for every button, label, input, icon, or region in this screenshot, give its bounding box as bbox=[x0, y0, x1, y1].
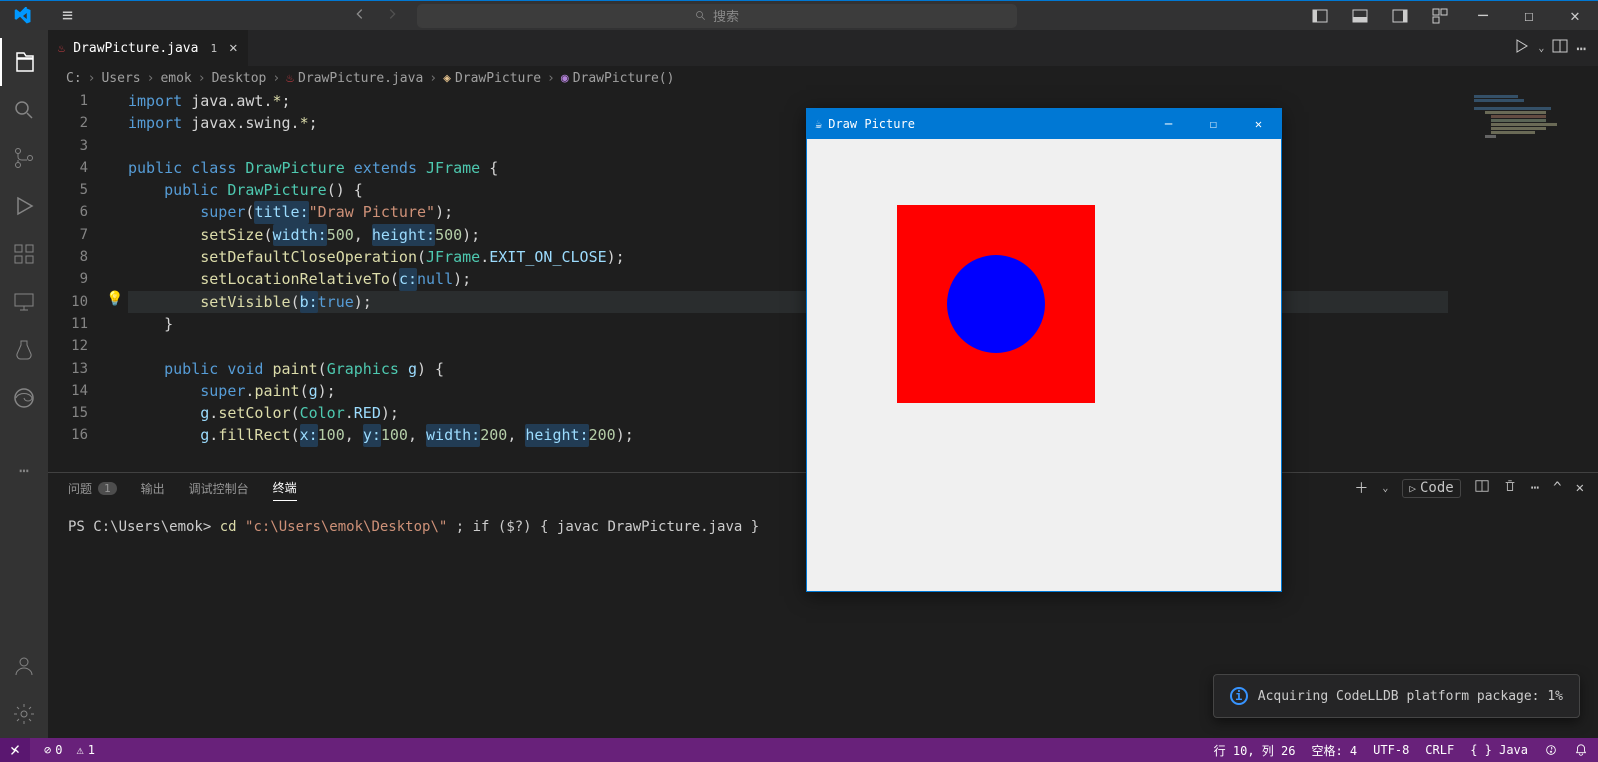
close-panel-icon[interactable]: ✕ bbox=[1576, 480, 1584, 496]
app-title: Draw Picture bbox=[828, 117, 915, 131]
error-icon: ⊘ bbox=[44, 743, 51, 757]
search-input[interactable]: 搜索 bbox=[417, 4, 1017, 28]
split-editor-icon[interactable] bbox=[1552, 38, 1568, 58]
nav-back-icon[interactable] bbox=[353, 6, 367, 25]
nav-forward-icon[interactable] bbox=[385, 6, 399, 25]
java-file-icon: ♨ bbox=[286, 71, 294, 86]
class-icon: ◈ bbox=[443, 71, 451, 86]
remote-explorer-icon[interactable] bbox=[0, 278, 48, 326]
breadcrumb-item[interactable]: ◈DrawPicture bbox=[443, 71, 541, 86]
java-file-icon: ♨ bbox=[58, 41, 65, 55]
run-icon[interactable] bbox=[1514, 38, 1530, 58]
encoding[interactable]: UTF-8 bbox=[1373, 742, 1409, 759]
breadcrumb-item[interactable]: Desktop bbox=[212, 71, 267, 86]
indentation[interactable]: 空格: 4 bbox=[1311, 742, 1357, 759]
tab-modified-badge: 1 bbox=[206, 42, 221, 55]
activity-bar: ⋯ bbox=[0, 30, 48, 738]
notification-toast[interactable]: i Acquiring CodeLLDB platform package: 1… bbox=[1213, 674, 1580, 718]
cursor-position[interactable]: 行 10, 列 26 bbox=[1214, 742, 1296, 759]
layout-panel-icon[interactable] bbox=[1340, 2, 1380, 30]
notification-text: Acquiring CodeLLDB platform package: 1% bbox=[1258, 689, 1563, 704]
source-control-icon[interactable] bbox=[0, 134, 48, 182]
app-titlebar[interactable]: ☕ Draw Picture ─ ☐ ✕ bbox=[807, 109, 1281, 139]
settings-gear-icon[interactable] bbox=[0, 690, 48, 738]
vscode-logo-icon bbox=[0, 7, 35, 25]
eol[interactable]: CRLF bbox=[1425, 742, 1454, 759]
app-maximize-button[interactable]: ☐ bbox=[1191, 109, 1236, 139]
window-minimize-button[interactable]: ─ bbox=[1460, 1, 1506, 31]
line-number-gutter: 12345678910111213141516 bbox=[48, 90, 106, 447]
tab-terminal[interactable]: 终端 bbox=[273, 475, 297, 501]
java-app-window[interactable]: ☕ Draw Picture ─ ☐ ✕ bbox=[806, 108, 1282, 592]
menu-button-icon[interactable]: ≡ bbox=[55, 5, 80, 26]
search-placeholder: 搜索 bbox=[713, 6, 739, 25]
problems-badge: 1 bbox=[98, 482, 117, 495]
tab-filename: DrawPicture.java bbox=[73, 41, 198, 56]
breadcrumb[interactable]: C:› Users› emok› Desktop› ♨DrawPicture.j… bbox=[48, 66, 1598, 90]
run-dropdown-icon[interactable]: ⌄ bbox=[1538, 43, 1544, 54]
title-bar: ≡ 搜索 ─ ☐ ✕ bbox=[0, 0, 1598, 30]
tab-output[interactable]: 输出 bbox=[141, 476, 165, 501]
search-icon bbox=[695, 10, 707, 22]
app-canvas bbox=[807, 139, 1281, 591]
editor-tabs: ♨ DrawPicture.java 1 ✕ ⌄ ⋯ bbox=[48, 30, 1598, 66]
trash-icon[interactable] bbox=[1503, 479, 1517, 497]
method-icon: ◉ bbox=[561, 71, 569, 86]
lightbulb-icon[interactable]: 💡 bbox=[106, 291, 123, 307]
app-close-button[interactable]: ✕ bbox=[1236, 109, 1281, 139]
feedback-icon[interactable] bbox=[1544, 742, 1558, 759]
blue-circle bbox=[947, 255, 1045, 353]
breadcrumb-item[interactable]: C: bbox=[66, 71, 82, 86]
explorer-icon[interactable] bbox=[0, 38, 48, 86]
close-icon[interactable]: ✕ bbox=[229, 40, 237, 56]
more-icon[interactable]: ⋯ bbox=[1576, 39, 1586, 58]
layout-sidebar-right-icon[interactable] bbox=[1380, 2, 1420, 30]
maximize-panel-icon[interactable]: ^ bbox=[1553, 480, 1561, 496]
minimap[interactable] bbox=[1474, 94, 1584, 184]
java-cup-icon: ☕ bbox=[815, 117, 822, 131]
ellipsis-icon[interactable]: ⋯ bbox=[0, 446, 48, 494]
terminal-profile-chip[interactable]: ▷Code bbox=[1402, 479, 1460, 498]
breadcrumb-item[interactable]: ◉DrawPicture() bbox=[561, 71, 675, 86]
window-close-button[interactable]: ✕ bbox=[1552, 1, 1598, 31]
info-icon: i bbox=[1230, 687, 1248, 705]
remote-indicator[interactable] bbox=[0, 738, 30, 762]
breadcrumb-item[interactable]: emok bbox=[160, 71, 191, 86]
accounts-icon[interactable] bbox=[0, 642, 48, 690]
layout-sidebar-left-icon[interactable] bbox=[1300, 2, 1340, 30]
tab-problems[interactable]: 问题1 bbox=[68, 476, 117, 501]
terminal-dropdown-icon[interactable]: ⌄ bbox=[1382, 483, 1388, 494]
customize-layout-icon[interactable] bbox=[1420, 2, 1460, 30]
language-mode[interactable]: { } Java bbox=[1470, 742, 1528, 759]
warnings-item[interactable]: ⚠1 bbox=[76, 743, 94, 757]
breadcrumb-item[interactable]: ♨DrawPicture.java bbox=[286, 71, 423, 86]
extensions-icon[interactable] bbox=[0, 230, 48, 278]
tab-drawpicture[interactable]: ♨ DrawPicture.java 1 ✕ bbox=[48, 30, 249, 66]
warning-icon: ⚠ bbox=[76, 743, 83, 757]
notifications-bell-icon[interactable] bbox=[1574, 742, 1588, 759]
search-icon[interactable] bbox=[0, 86, 48, 134]
app-minimize-button[interactable]: ─ bbox=[1146, 109, 1191, 139]
errors-item[interactable]: ⊘0 bbox=[44, 743, 62, 757]
new-terminal-icon[interactable]: ＋ bbox=[1354, 478, 1368, 498]
more-icon[interactable]: ⋯ bbox=[1531, 480, 1539, 496]
tab-debug-console[interactable]: 调试控制台 bbox=[189, 476, 249, 501]
testing-icon[interactable] bbox=[0, 326, 48, 374]
run-debug-icon[interactable] bbox=[0, 182, 48, 230]
split-terminal-icon[interactable] bbox=[1475, 479, 1489, 497]
window-maximize-button[interactable]: ☐ bbox=[1506, 1, 1552, 31]
edge-icon[interactable] bbox=[0, 374, 48, 422]
breadcrumb-item[interactable]: Users bbox=[101, 71, 140, 86]
status-bar: ⊘0 ⚠1 行 10, 列 26 空格: 4 UTF-8 CRLF { } Ja… bbox=[0, 738, 1598, 762]
